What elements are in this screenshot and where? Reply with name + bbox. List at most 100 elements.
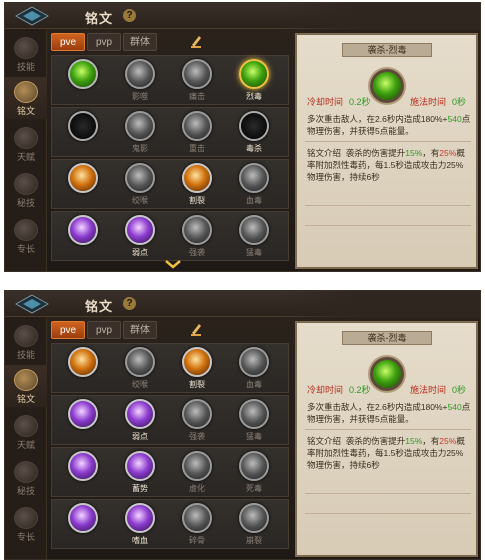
skill-slot[interactable]: 影噬 bbox=[115, 59, 165, 105]
skill-slot[interactable]: 割裂 bbox=[172, 163, 222, 209]
skill-icon bbox=[125, 347, 155, 377]
cooldown-stat: 冷却时间 0.2秒 bbox=[307, 97, 371, 107]
page-title: 铭文 bbox=[85, 11, 114, 26]
skill-label: 烈毒 bbox=[246, 92, 262, 101]
skill-slot[interactable]: 绞喉 bbox=[115, 347, 165, 393]
left-nav: 技能 铭文 天赋 秘技 专长 bbox=[5, 317, 47, 559]
skill-slot[interactable] bbox=[58, 215, 108, 261]
skill-icon bbox=[125, 163, 155, 193]
skill-icon bbox=[239, 451, 269, 481]
skill-slot[interactable] bbox=[58, 163, 108, 209]
nav-skills[interactable]: 技能 bbox=[5, 33, 47, 75]
skill-description: 多次重击敌人，在2.6秒内造成180%+540点物理伤害，并获得5点能量。 bbox=[307, 114, 471, 136]
edit-icon[interactable] bbox=[189, 322, 203, 338]
nav-specialty[interactable]: 专长 bbox=[5, 503, 47, 545]
skill-icon bbox=[125, 399, 155, 429]
nav-talent[interactable]: 天赋 bbox=[5, 411, 47, 453]
skill-description: 多次重击敌人，在2.6秒内造成180%+540点物理伤害，并获得5点能量。 bbox=[307, 402, 471, 424]
rune-icon bbox=[14, 369, 38, 391]
skill-slot[interactable] bbox=[58, 111, 108, 157]
nav-inscription[interactable]: 铭文 bbox=[5, 77, 47, 119]
skill-icon bbox=[182, 347, 212, 377]
skill-slot[interactable]: 割裂 bbox=[172, 347, 222, 393]
skill-slot[interactable]: 痛击 bbox=[172, 59, 222, 105]
nav-inscription[interactable]: 铭文 bbox=[5, 365, 47, 407]
skill-icon bbox=[125, 215, 155, 245]
scroll-down-icon[interactable] bbox=[165, 259, 181, 269]
skill-label: 猛毒 bbox=[246, 248, 262, 257]
star-icon bbox=[14, 507, 38, 529]
skill-slot[interactable]: 蓄势 bbox=[115, 451, 165, 497]
skill-slot[interactable]: 血毒 bbox=[229, 347, 279, 393]
skill-label: 虚化 bbox=[189, 484, 205, 493]
skill-slot[interactable] bbox=[58, 347, 108, 393]
skill-label: 绞喉 bbox=[132, 380, 148, 389]
nav-secret[interactable]: 秘技 bbox=[5, 457, 47, 499]
skill-slot[interactable] bbox=[58, 503, 108, 549]
skill-slot[interactable]: 血毒 bbox=[229, 163, 279, 209]
skill-slot[interactable]: 弱点 bbox=[115, 399, 165, 445]
skill-label: 嗜血 bbox=[132, 536, 148, 545]
skill-slot[interactable]: 强袭 bbox=[172, 215, 222, 261]
triangle-icon bbox=[14, 415, 38, 437]
edit-icon[interactable] bbox=[189, 34, 203, 50]
nav-specialty[interactable]: 专长 bbox=[5, 215, 47, 257]
tab-pve[interactable]: pve bbox=[51, 321, 85, 339]
skill-slot[interactable]: 死毒 bbox=[229, 451, 279, 497]
skill-slot[interactable]: 崩裂 bbox=[229, 503, 279, 549]
skill-slot[interactable] bbox=[58, 399, 108, 445]
skill-label: 弱点 bbox=[132, 248, 148, 257]
star-icon bbox=[14, 219, 38, 241]
skill-label: 猛毒 bbox=[246, 432, 262, 441]
skill-slot[interactable]: 碎骨 bbox=[172, 503, 222, 549]
skill-slot[interactable]: 嗜血 bbox=[115, 503, 165, 549]
skill-icon bbox=[239, 163, 269, 193]
skill-slot[interactable] bbox=[58, 59, 108, 105]
skill-slot[interactable]: 猛毒 bbox=[229, 399, 279, 445]
divider bbox=[305, 141, 471, 142]
skill-label: 绞喉 bbox=[132, 196, 148, 205]
detail-skill-icon bbox=[370, 69, 404, 103]
header-decoration bbox=[280, 291, 480, 317]
skill-slot[interactable]: 毒杀 bbox=[229, 111, 279, 157]
divider bbox=[305, 205, 471, 206]
header-decoration bbox=[280, 3, 480, 29]
skill-icon bbox=[182, 503, 212, 533]
skill-slot[interactable]: 虚化 bbox=[172, 451, 222, 497]
tab-group[interactable]: 群体 bbox=[123, 321, 157, 339]
skill-icon bbox=[239, 347, 269, 377]
skill-slot[interactable]: 鬼影 bbox=[115, 111, 165, 157]
tab-group[interactable]: 群体 bbox=[123, 33, 157, 51]
nav-skills[interactable]: 技能 bbox=[5, 321, 47, 363]
skill-slot[interactable] bbox=[58, 451, 108, 497]
skill-slot[interactable]: 猛毒 bbox=[229, 215, 279, 261]
nav-secret[interactable]: 秘技 bbox=[5, 169, 47, 211]
skill-icon bbox=[239, 215, 269, 245]
skill-icon bbox=[182, 451, 212, 481]
skill-slot[interactable]: 重击 bbox=[172, 111, 222, 157]
skill-icon bbox=[182, 399, 212, 429]
nav-talent[interactable]: 天赋 bbox=[5, 123, 47, 165]
skill-icon bbox=[68, 111, 98, 141]
cast-stat: 施法时间 0秒 bbox=[409, 385, 466, 395]
help-icon[interactable]: ? bbox=[123, 297, 136, 310]
skill-slot[interactable]: 绞喉 bbox=[115, 163, 165, 209]
skill-slot[interactable]: 弱点 bbox=[115, 215, 165, 261]
help-icon[interactable]: ? bbox=[123, 9, 136, 22]
tab-pvp[interactable]: pvp bbox=[87, 33, 121, 51]
skill-icon bbox=[125, 59, 155, 89]
detail-skill-icon bbox=[370, 357, 404, 391]
left-nav: 技能 铭文 天赋 秘技 专长 bbox=[5, 29, 47, 271]
skill-label: 重击 bbox=[189, 144, 205, 153]
skill-icon bbox=[125, 451, 155, 481]
divider bbox=[305, 513, 471, 514]
skill-icon bbox=[239, 399, 269, 429]
skill-icon bbox=[182, 163, 212, 193]
skill-label: 毒杀 bbox=[246, 144, 262, 153]
cooldown-stat: 冷却时间 0.2秒 bbox=[307, 385, 371, 395]
tab-pvp[interactable]: pvp bbox=[87, 321, 121, 339]
cast-stat: 施法时间 0秒 bbox=[409, 97, 466, 107]
skill-slot[interactable]: 强袭 bbox=[172, 399, 222, 445]
tab-pve[interactable]: pve bbox=[51, 33, 85, 51]
skill-slot[interactable]: 烈毒 bbox=[229, 59, 279, 105]
